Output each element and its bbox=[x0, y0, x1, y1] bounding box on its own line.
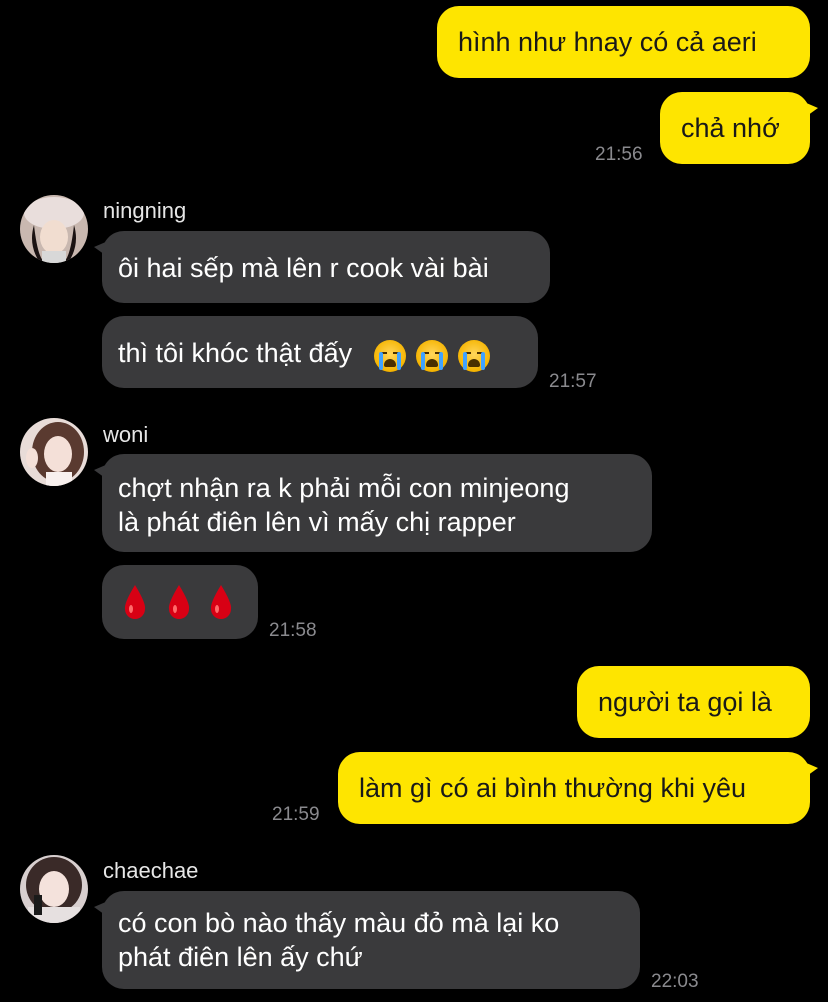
message-text: thì tôi khóc thật đấy bbox=[118, 338, 353, 368]
timestamp: 21:58 bbox=[269, 620, 317, 641]
timestamp: 21:57 bbox=[549, 371, 597, 392]
incoming-message[interactable]: chợt nhận ra k phải mỗi con minjeong là … bbox=[94, 454, 652, 552]
avatar-ningning[interactable] bbox=[20, 195, 88, 263]
timestamp: 21:56 bbox=[595, 144, 643, 165]
message-text-line: là phát điên lên vì mấy chị rapper bbox=[118, 507, 516, 537]
avatar-photo bbox=[20, 418, 88, 486]
incoming-message[interactable] bbox=[102, 565, 258, 639]
avatar-chaechae[interactable] bbox=[20, 855, 88, 923]
outgoing-message[interactable]: người ta gọi là bbox=[577, 666, 810, 738]
avatar-woni[interactable] bbox=[20, 418, 88, 486]
incoming-message[interactable]: có con bò nào thấy màu đỏ mà lại ko phát… bbox=[94, 891, 640, 989]
outgoing-message[interactable]: làm gì có ai bình thường khi yêu bbox=[338, 752, 818, 824]
timestamp: 21:59 bbox=[272, 804, 320, 825]
timestamp: 22:03 bbox=[651, 971, 699, 992]
sender-name: chaechae bbox=[103, 858, 199, 883]
outgoing-message[interactable]: hình như hnay có cả aeri bbox=[437, 6, 810, 78]
message-text: ôi hai sếp mà lên r cook vài bài bbox=[118, 253, 489, 283]
outgoing-message[interactable]: chả nhớ bbox=[660, 92, 818, 164]
message-text: chả nhớ bbox=[681, 113, 780, 143]
message-text-line: phát điên lên ấy chứ bbox=[118, 942, 363, 972]
avatar-photo bbox=[20, 855, 88, 923]
incoming-message[interactable]: ôi hai sếp mà lên r cook vài bài bbox=[94, 231, 550, 303]
message-text: làm gì có ai bình thường khi yêu bbox=[359, 773, 746, 803]
message-text: người ta gọi là bbox=[598, 687, 772, 717]
sender-name: woni bbox=[103, 422, 149, 447]
crying-face-emoji-icon bbox=[364, 337, 490, 373]
avatar-photo bbox=[20, 195, 88, 263]
sender-name: ningning bbox=[103, 198, 187, 223]
message-text-line: có con bò nào thấy màu đỏ mà lại ko bbox=[118, 908, 560, 938]
message-text-line: chợt nhận ra k phải mỗi con minjeong bbox=[118, 473, 570, 503]
incoming-message[interactable]: thì tôi khóc thật đấy bbox=[102, 316, 538, 388]
message-text: hình như hnay có cả aeri bbox=[458, 27, 757, 57]
